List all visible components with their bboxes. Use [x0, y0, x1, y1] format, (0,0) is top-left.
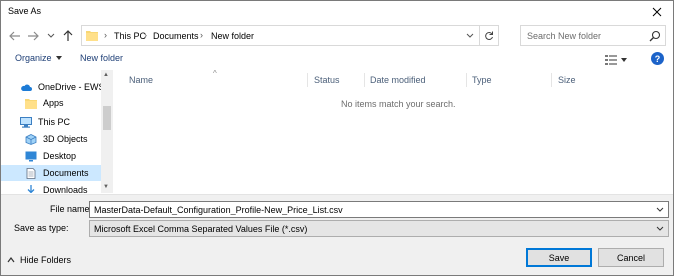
save-as-type-label: Save as type:	[14, 223, 69, 233]
details-view-icon	[605, 54, 617, 65]
refresh-icon	[485, 31, 493, 40]
command-bar: Organize New folder ?	[1, 49, 673, 70]
scroll-up-icon[interactable]: ▲	[103, 72, 109, 78]
back-arrow-icon	[9, 31, 20, 41]
breadcrumb-separator-icon: ›	[144, 30, 147, 40]
save-button[interactable]: Save	[526, 248, 592, 267]
sidebar-item-desktop[interactable]: Desktop	[1, 148, 101, 164]
sidebar-item-apps[interactable]: Apps	[1, 95, 101, 111]
address-row: › This PC › Documents › New folder	[1, 25, 673, 47]
file-name-label: File name:	[50, 204, 93, 214]
forward-button[interactable]	[26, 29, 40, 43]
sidebar-item-label: Documents	[43, 168, 89, 178]
address-history-button[interactable]	[464, 30, 476, 42]
help-icon: ?	[654, 53, 661, 64]
close-icon	[652, 7, 662, 17]
navigation-pane: OneDrive - EWS G Apps This PC 3D Objects…	[1, 70, 113, 193]
sidebar-item-label: 3D Objects	[43, 134, 88, 144]
chevron-down-icon	[466, 33, 474, 38]
file-name-dropdown-button[interactable]	[654, 204, 666, 216]
chevron-up-icon	[7, 257, 15, 263]
save-as-type-select[interactable]: Microsoft Excel Comma Separated Values F…	[89, 220, 669, 237]
sidebar-item-onedrive[interactable]: OneDrive - EWS G	[1, 79, 113, 95]
column-divider[interactable]	[551, 73, 552, 87]
search-icon	[649, 30, 661, 42]
back-button[interactable]	[8, 29, 22, 43]
save-as-dialog: Save As › This PC › Documents › New fold…	[0, 0, 674, 276]
document-icon	[26, 167, 36, 179]
help-button[interactable]: ?	[651, 52, 664, 65]
column-header-size[interactable]: Size	[558, 75, 576, 85]
forward-arrow-icon	[28, 31, 39, 41]
organize-button[interactable]: Organize	[15, 53, 62, 63]
column-header-type[interactable]: Type	[472, 75, 492, 85]
file-name-input[interactable]	[94, 204, 650, 216]
desktop-icon	[25, 151, 37, 161]
sort-ascending-icon: ^	[213, 69, 217, 78]
folder-icon	[86, 31, 98, 41]
save-options-panel: File name: Save as type: Microsoft Excel…	[1, 194, 673, 275]
empty-folder-message: No items match your search.	[341, 99, 456, 109]
change-view-button[interactable]	[605, 53, 631, 66]
caret-down-icon	[55, 56, 62, 60]
breadcrumb-separator-icon: ›	[200, 30, 203, 40]
sidebar-item-3d-objects[interactable]: 3D Objects	[1, 131, 101, 147]
title-bar: Save As	[1, 1, 673, 23]
window-title: Save As	[8, 6, 42, 16]
column-header-date-modified[interactable]: Date modified	[370, 75, 426, 85]
column-header-name[interactable]: Name	[129, 75, 153, 85]
file-name-combobox	[89, 201, 669, 218]
chevron-down-icon	[656, 226, 664, 231]
breadcrumb-this-pc[interactable]: This PC	[114, 31, 146, 41]
search-box	[520, 25, 666, 46]
sidebar-item-this-pc[interactable]: This PC	[1, 114, 101, 130]
cloud-icon	[21, 84, 32, 91]
hide-folders-button[interactable]: Hide Folders	[7, 255, 71, 265]
caret-down-icon	[621, 57, 627, 62]
navigation-scrollbar[interactable]: ▲ ▼	[101, 70, 113, 193]
file-list: ^ Name Status Date modified Type Size No…	[114, 69, 673, 193]
refresh-button[interactable]	[479, 26, 498, 45]
up-arrow-icon	[63, 30, 73, 41]
chevron-down-icon	[656, 207, 664, 212]
close-button[interactable]	[641, 1, 673, 23]
save-as-type-value: Microsoft Excel Comma Separated Values F…	[94, 224, 308, 234]
up-button[interactable]	[61, 29, 75, 43]
sidebar-item-documents[interactable]: Documents	[1, 165, 101, 181]
save-as-type-dropdown-button[interactable]	[654, 223, 666, 235]
cancel-button[interactable]: Cancel	[598, 248, 664, 267]
sidebar-item-downloads[interactable]: Downloads	[1, 182, 101, 193]
hide-folders-label: Hide Folders	[20, 255, 72, 265]
scrollbar-thumb[interactable]	[103, 106, 111, 130]
folder-icon	[25, 98, 37, 109]
column-divider[interactable]	[364, 73, 365, 87]
organize-label: Organize	[15, 53, 52, 63]
search-input[interactable]	[527, 29, 645, 43]
breadcrumb-separator-icon: ›	[104, 30, 107, 40]
sidebar-item-label: This PC	[38, 117, 71, 127]
download-icon	[27, 184, 35, 193]
cube-icon	[25, 133, 37, 145]
chevron-down-icon	[47, 33, 55, 38]
breadcrumb-documents[interactable]: Documents	[153, 31, 199, 41]
sidebar-item-label: Desktop	[43, 151, 77, 161]
recent-locations-button[interactable]	[44, 29, 58, 43]
address-bar[interactable]: › This PC › Documents › New folder	[81, 25, 499, 46]
new-folder-button[interactable]: New folder	[80, 53, 123, 63]
column-header-status[interactable]: Status	[314, 75, 340, 85]
new-folder-label: New folder	[80, 53, 124, 63]
computer-icon	[20, 116, 32, 128]
breadcrumb-new-folder[interactable]: New folder	[211, 31, 254, 41]
column-divider[interactable]	[466, 73, 467, 87]
scroll-down-icon[interactable]: ▼	[103, 184, 109, 190]
sidebar-item-label: Downloads	[43, 185, 88, 193]
column-divider[interactable]	[307, 73, 308, 87]
sidebar-item-label: Apps	[43, 98, 64, 108]
